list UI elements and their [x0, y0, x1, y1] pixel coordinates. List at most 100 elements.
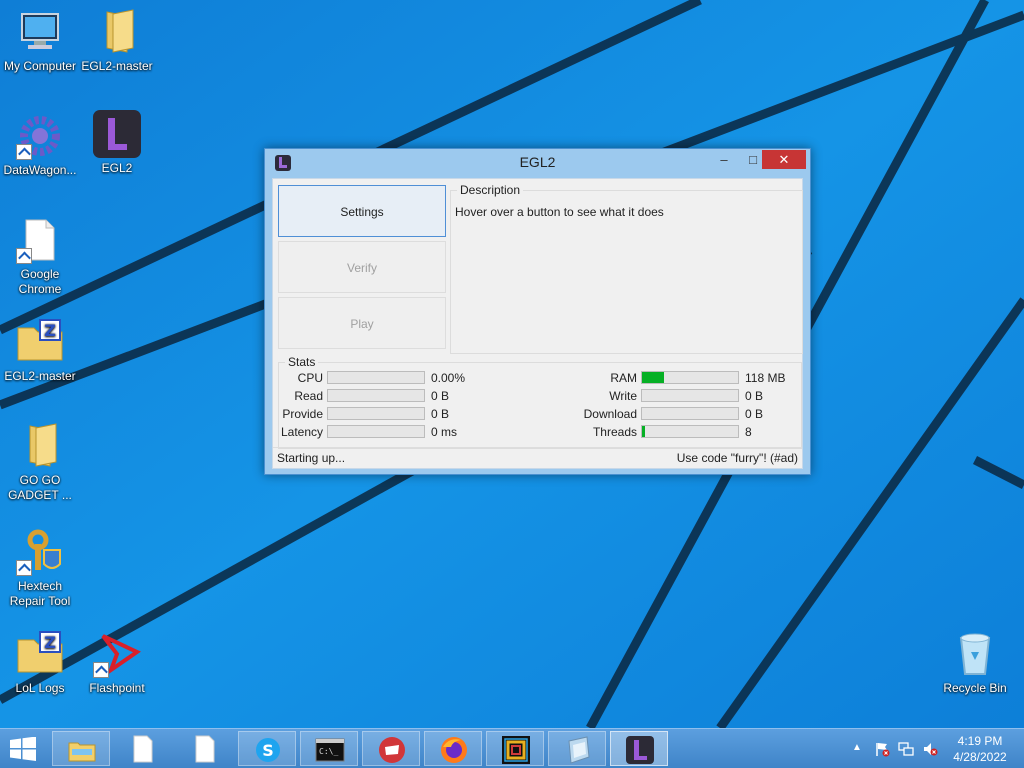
desktop-icon-label: GO GO GADGET ...	[8, 473, 72, 502]
cpu-value: 0.00%	[431, 371, 466, 385]
firefox-icon	[441, 737, 467, 763]
command-prompt-icon: C:\_	[315, 738, 345, 762]
desktop-icon-my-computer[interactable]: My Computer	[0, 8, 80, 74]
taskbar-egl2[interactable]	[610, 731, 668, 766]
taskbar-file-explorer[interactable]	[52, 731, 110, 766]
desktop-icon-label: Hextech Repair Tool	[9, 579, 71, 608]
egl2-logo-icon	[93, 110, 141, 158]
desktop-icon-label: LoL Logs	[15, 681, 65, 695]
window-titlebar[interactable]: EGL2 – □ ✕	[265, 149, 810, 177]
desktop-icon-hextech-repair-tool[interactable]: Hextech Repair Tool	[0, 528, 80, 609]
read-bar	[327, 389, 425, 402]
flashpoint-launcher-icon	[502, 736, 530, 764]
stats-label: Stats	[285, 355, 319, 369]
taskbar-unknown-app[interactable]	[548, 731, 606, 766]
ram-label: RAM	[610, 371, 637, 385]
desktop-icon-label: EGL2-master	[81, 59, 153, 73]
cpu-bar	[327, 371, 425, 384]
desktop-icon-label: Google Chrome	[18, 267, 62, 296]
cpu-label: CPU	[297, 371, 323, 385]
taskbar-flashpoint-launcher[interactable]	[486, 731, 544, 766]
desktop-icon-label: Flashpoint	[89, 681, 145, 695]
desktop-icon-google-chrome[interactable]: Google Chrome	[0, 216, 80, 297]
status-text: Starting up...	[277, 451, 346, 465]
status-bar: Starting up... Use code "furry"! (#ad)	[273, 447, 802, 469]
provide-value: 0 B	[431, 407, 450, 421]
desktop-icon-egl2[interactable]: EGL2	[77, 110, 157, 176]
provide-bar	[327, 407, 425, 420]
clock-date: 4/28/2022	[953, 750, 1007, 764]
network-icon[interactable]	[898, 741, 914, 757]
desktop-icon-label: Recycle Bin	[943, 681, 1007, 695]
taskbar-command-prompt[interactable]: C:\_	[300, 731, 358, 766]
flashpoint-icon	[93, 630, 141, 678]
svg-text:S: S	[262, 741, 274, 760]
clock-time: 4:19 PM	[957, 734, 1003, 748]
gear-icon	[16, 112, 64, 160]
wrench-shield-icon	[16, 528, 64, 576]
taskbar-riot-client[interactable]	[362, 731, 420, 766]
window-client-area: Settings Verify Play Description Hover o…	[272, 178, 803, 469]
stats-group: Stats CPU 0.00% Read 0 B Provide 0 B Lat…	[278, 355, 802, 449]
folder-icon	[16, 422, 64, 470]
app-icon	[568, 736, 590, 764]
show-hidden-icons-button[interactable]: ▲	[852, 742, 862, 753]
desktop-icon-go-go-gadget[interactable]: GO GO GADGET ...	[0, 422, 80, 503]
taskbar-document-1[interactable]	[114, 731, 172, 766]
riot-client-icon	[379, 737, 405, 763]
system-clock[interactable]: 4:19 PM 4/28/2022	[940, 733, 1020, 765]
svg-text:Z: Z	[44, 633, 56, 652]
desktop-icon-egl2-master-folder[interactable]: EGL2-master	[77, 8, 157, 74]
file-icon	[16, 216, 64, 264]
ram-bar	[641, 371, 739, 384]
desktop-icon-lol-logs[interactable]: Z LoL Logs	[0, 630, 80, 696]
latency-bar	[327, 425, 425, 438]
threads-bar	[641, 425, 739, 438]
status-ad-text: Use code "furry"! (#ad)	[676, 451, 798, 465]
taskbar: S C:\_ ▲ 4:19 PM 4/28/2022	[0, 728, 1024, 768]
skype-icon: S	[256, 738, 280, 762]
verify-button[interactable]: Verify	[278, 241, 446, 293]
recycle-bin-icon	[951, 630, 999, 678]
threads-label: Threads	[592, 425, 637, 439]
zip-folder-icon: Z	[16, 318, 64, 366]
close-button[interactable]: ✕	[762, 150, 806, 169]
desktop-icon-label: DataWagon...	[3, 163, 77, 177]
taskbar-document-2[interactable]	[176, 731, 234, 766]
document-icon	[133, 735, 153, 763]
latency-value: 0 ms	[431, 425, 458, 439]
description-group: Description Hover over a button to see w…	[450, 183, 803, 354]
desktop: My Computer EGL2-master DataWagon... EGL…	[0, 0, 1024, 728]
desktop-icon-flashpoint[interactable]: Flashpoint	[77, 630, 157, 696]
folder-icon	[93, 8, 141, 56]
write-value: 0 B	[745, 389, 764, 403]
action-center-flag-icon[interactable]	[874, 741, 890, 757]
desktop-icon-recycle-bin[interactable]: Recycle Bin	[935, 630, 1015, 696]
minimize-button[interactable]: –	[710, 150, 738, 169]
download-value: 0 B	[745, 407, 764, 421]
taskbar-firefox[interactable]	[424, 731, 482, 766]
download-bar	[641, 407, 739, 420]
read-label: Read	[294, 389, 323, 403]
play-button[interactable]: Play	[278, 297, 446, 349]
volume-muted-icon[interactable]	[922, 741, 938, 757]
svg-text:C:\_: C:\_	[319, 747, 338, 756]
threads-value: 8	[745, 425, 752, 439]
taskbar-skype[interactable]: S	[238, 731, 296, 766]
desktop-icon-label: EGL2	[101, 161, 133, 175]
settings-button[interactable]: Settings	[278, 185, 446, 237]
description-text: Hover over a button to see what it does	[455, 205, 664, 219]
ram-value: 118 MB	[745, 371, 786, 385]
write-bar	[641, 389, 739, 402]
document-icon	[195, 735, 215, 763]
start-button[interactable]	[8, 736, 38, 761]
computer-icon	[16, 8, 64, 56]
desktop-icon-datawagon[interactable]: DataWagon...	[0, 112, 80, 178]
read-value: 0 B	[431, 389, 450, 403]
desktop-icon-label: My Computer	[3, 59, 77, 73]
latency-label: Latency	[280, 425, 323, 439]
desktop-icon-label: EGL2-master	[4, 369, 76, 383]
desktop-icon-egl2-master-zip[interactable]: Z EGL2-master	[0, 318, 80, 384]
download-label: Download	[583, 407, 637, 421]
svg-text:Z: Z	[44, 321, 56, 340]
